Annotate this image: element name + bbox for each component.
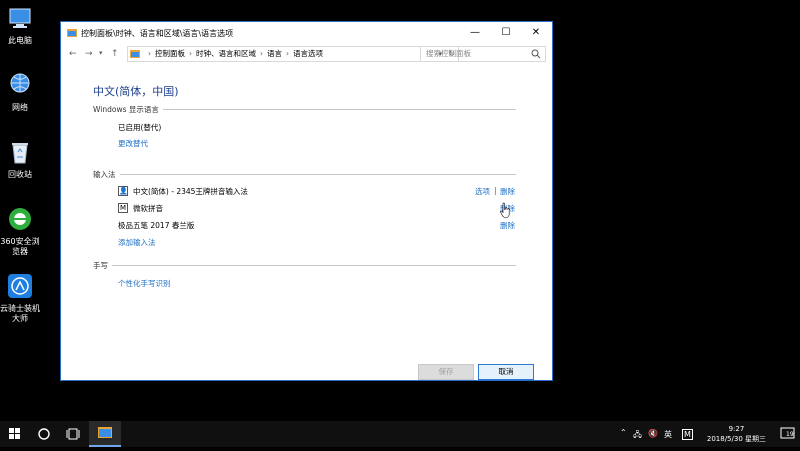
task-view-button[interactable] xyxy=(58,421,88,447)
section-divider xyxy=(93,265,516,266)
microsoft-pinyin-icon: M xyxy=(118,203,128,213)
taskbar-control-panel[interactable] xyxy=(89,421,121,447)
start-button[interactable] xyxy=(0,421,30,447)
ime-item-name: 极品五笔 2017 春兰版 xyxy=(118,221,195,230)
recent-dropdown-icon[interactable]: ▾ xyxy=(99,49,103,57)
hand-cursor-icon xyxy=(500,202,510,218)
computer-icon xyxy=(9,8,31,28)
clock-time: 9:27 xyxy=(728,425,745,433)
content-area: 中文(简体，中国) Windows 显示语言 已启用(替代) 更改替代 输入法 … xyxy=(61,66,552,380)
desktop-icon-label: 此电脑 xyxy=(8,36,32,45)
tray-expand-icon[interactable]: ⌃ xyxy=(620,428,627,437)
yunqishi-icon xyxy=(8,274,32,298)
ime-options-link[interactable]: 选项 xyxy=(475,186,490,197)
clock[interactable]: 9:27 2018/5/30 星期三 xyxy=(707,424,766,444)
ime-remove-link[interactable]: 删除 xyxy=(500,186,515,197)
ime-remove-link[interactable]: 删除 xyxy=(500,220,515,231)
control-panel-icon xyxy=(130,50,140,58)
personalize-handwriting-link[interactable]: 个性化手写识别 xyxy=(118,278,171,289)
control-panel-icon xyxy=(98,427,112,438)
address-bar-row: ← → ▾ ↑ › 控制面板 › 时钟、语言和区域 › 语言 › 语言选项 ▾ ↻ 搜索控制面… xyxy=(61,46,552,64)
desktop-icon-360-browser[interactable]: 360安全浏览器 xyxy=(0,206,40,257)
display-language-status: 已启用(替代) xyxy=(118,123,162,132)
window-title: 控制面板\时钟、语言和区域\语言\语言选项 xyxy=(81,29,234,38)
search-button[interactable] xyxy=(30,421,58,447)
language-indicator[interactable]: 英 xyxy=(664,429,672,440)
section-header: Windows 显示语言 xyxy=(93,105,163,114)
search-icon xyxy=(531,49,541,59)
volume-icon[interactable]: 🔇 xyxy=(648,429,658,438)
page-title: 中文(简体，中国) xyxy=(93,85,179,98)
cancel-button[interactable]: 取消 xyxy=(478,364,534,380)
desktop-icon-label: 网络 xyxy=(12,103,28,112)
breadcrumb-item[interactable]: 语言 xyxy=(267,49,282,58)
search-input[interactable]: 搜索控制面板 xyxy=(420,46,546,62)
breadcrumb-item[interactable]: 语言选项 xyxy=(293,49,323,58)
ime-item-name: 微软拼音 xyxy=(133,204,163,213)
minimize-button[interactable]: — xyxy=(460,22,490,44)
desktop-icon-label: 360安全浏览器 xyxy=(0,237,40,256)
ime-item-name: 中文(简体) - 2345王牌拼音输入法 xyxy=(133,187,248,196)
breadcrumb-item[interactable]: 时钟、语言和区域 xyxy=(196,49,256,58)
notification-count: 19 xyxy=(786,431,794,438)
forward-arrow-icon[interactable]: → xyxy=(85,49,93,59)
section-header: 手写 xyxy=(93,261,112,270)
display-language-section: Windows 显示语言 xyxy=(93,104,516,115)
up-arrow-icon[interactable]: ↑ xyxy=(111,49,119,59)
network-icon xyxy=(10,73,30,93)
control-panel-icon xyxy=(67,29,77,37)
desktop-icon-recycle-bin[interactable]: 回收站 xyxy=(0,139,40,180)
back-arrow-icon[interactable]: ← xyxy=(69,49,77,59)
section-header: 输入法 xyxy=(93,170,120,179)
recycle-bin-icon xyxy=(12,143,28,164)
input-method-section: 输入法 xyxy=(93,169,516,180)
ime-2345-icon: 👤 xyxy=(118,186,128,196)
desktop-icon-yunqishi[interactable]: 云骑士装机大师 xyxy=(0,273,40,324)
save-button[interactable]: 保存 xyxy=(418,364,474,380)
ime-indicator[interactable]: M xyxy=(682,429,693,440)
desktop-icon-label: 回收站 xyxy=(8,170,32,179)
browser-360-icon xyxy=(9,208,31,230)
language-options-window: 控制面板\时钟、语言和区域\语言\语言选项 — ☐ ✕ ← → ▾ ↑ › 控制面… xyxy=(60,21,553,381)
maximize-button[interactable]: ☐ xyxy=(491,22,521,44)
desktop-icon-this-pc[interactable]: 此电脑 xyxy=(0,5,40,46)
network-icon[interactable]: 🖧 xyxy=(633,429,642,443)
address-field[interactable]: › 控制面板 › 时钟、语言和区域 › 语言 › 语言选项 ▾ ↻ xyxy=(127,46,459,62)
clock-date: 2018/5/30 星期三 xyxy=(706,435,766,443)
windows-logo-icon xyxy=(9,428,20,439)
link-divider: | xyxy=(494,186,497,195)
breadcrumb: › 控制面板 › 时钟、语言和区域 › 语言 › 语言选项 xyxy=(148,49,323,58)
add-input-method-link[interactable]: 添加输入法 xyxy=(118,237,156,248)
title-bar[interactable]: 控制面板\时钟、语言和区域\语言\语言选项 — ☐ ✕ xyxy=(61,22,552,44)
change-override-link[interactable]: 更改替代 xyxy=(118,138,148,149)
desktop-icon-network[interactable]: 网络 xyxy=(0,72,40,113)
desktop-icon-label: 云骑士装机大师 xyxy=(0,304,40,323)
breadcrumb-item[interactable]: 控制面板 xyxy=(155,49,185,58)
section-divider xyxy=(93,174,516,175)
handwriting-section: 手写 xyxy=(93,260,516,271)
notification-center-button[interactable]: 19 xyxy=(780,426,796,442)
cortana-icon xyxy=(38,428,50,440)
close-button[interactable]: ✕ xyxy=(521,22,551,44)
taskbar: ⌃ 🖧 🔇 英 M 9:27 2018/5/30 星期三 19 xyxy=(0,421,800,447)
search-placeholder: 搜索控制面板 xyxy=(426,49,471,58)
task-view-icon xyxy=(66,428,80,440)
